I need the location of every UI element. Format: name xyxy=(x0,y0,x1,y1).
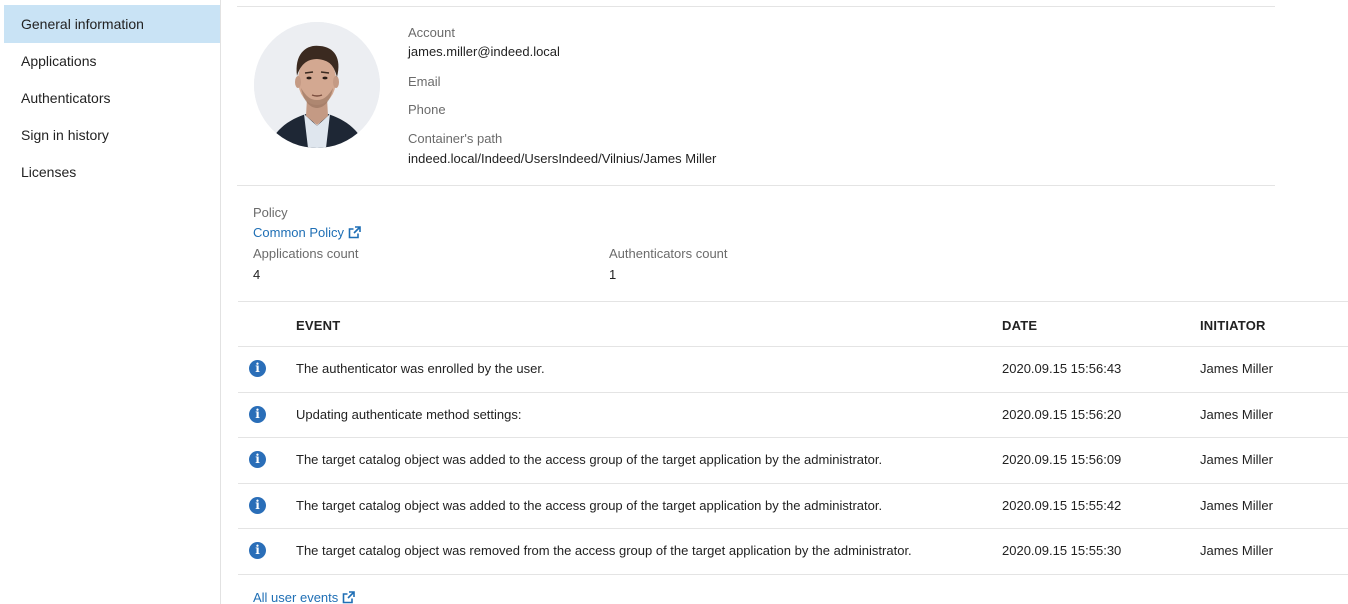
date-cell: 2020.09.15 15:55:42 xyxy=(1002,497,1122,513)
applications-count-label: Applications count xyxy=(253,246,359,261)
table-row[interactable]: i The target catalog object was added to… xyxy=(238,484,1348,529)
event-cell: Updating authenticate method settings: xyxy=(296,406,522,422)
event-cell: The target catalog object was added to t… xyxy=(296,497,883,513)
date-cell: 2020.09.15 15:56:20 xyxy=(1002,406,1122,422)
column-header-initiator[interactable]: INITIATOR xyxy=(1200,318,1266,333)
date-cell: 2020.09.15 15:56:43 xyxy=(1002,361,1122,376)
info-icon: i xyxy=(249,496,266,514)
initiator-cell: James Miller xyxy=(1200,543,1273,558)
table-row[interactable]: i Updating authenticate method settings:… xyxy=(238,393,1348,438)
initiator-cell: James Miller xyxy=(1200,497,1273,513)
main-content: Account james.miller@indeed.local Email … xyxy=(222,0,1348,604)
sidebar-item-sign-in-history[interactable]: Sign in history xyxy=(4,117,220,154)
all-events-link-wrap: All user events xyxy=(253,590,356,604)
external-link-icon[interactable] xyxy=(348,226,361,239)
sidebar: General information Applications Authent… xyxy=(0,0,221,604)
account-label: Account xyxy=(408,25,455,40)
info-icon: i xyxy=(249,405,266,423)
sidebar-item-licenses[interactable]: Licenses xyxy=(4,154,220,191)
column-header-event[interactable]: EVENT xyxy=(296,318,340,333)
policy-link-wrap: Common Policy xyxy=(253,225,361,240)
sidebar-item-general-information[interactable]: General information xyxy=(4,5,220,43)
initiator-cell: James Miller xyxy=(1200,361,1273,376)
policy-label: Policy xyxy=(253,205,288,220)
account-value: james.miller@indeed.local xyxy=(408,44,560,59)
events-table-header: EVENT DATE INITIATOR xyxy=(238,301,1348,347)
events-table: EVENT DATE INITIATOR i The authenticator… xyxy=(238,301,1348,575)
column-header-date[interactable]: DATE xyxy=(1002,318,1037,333)
authenticators-count-value: 1 xyxy=(609,267,617,282)
sidebar-item-applications[interactable]: Applications xyxy=(4,43,220,80)
initiator-cell: James Miller xyxy=(1200,452,1273,467)
info-icon: i xyxy=(249,542,266,559)
sidebar-item-authenticators[interactable]: Authenticators xyxy=(4,80,220,117)
email-label: Email xyxy=(408,74,441,89)
initiator-cell: James Miller xyxy=(1200,406,1273,422)
event-cell: The target catalog object was removed fr… xyxy=(296,543,912,558)
external-link-icon[interactable] xyxy=(342,591,356,604)
container-path-value: indeed.local/Indeed/UsersIndeed/Vilnius/… xyxy=(408,151,717,166)
avatar xyxy=(254,22,380,148)
user-photo-icon xyxy=(254,22,380,148)
table-row[interactable]: i The target catalog object was added to… xyxy=(238,438,1348,484)
sidebar-nav: General information Applications Authent… xyxy=(0,0,220,191)
applications-count-value: 4 xyxy=(253,267,261,282)
divider xyxy=(237,185,1275,186)
date-cell: 2020.09.15 15:55:30 xyxy=(1002,543,1122,558)
info-icon: i xyxy=(249,360,266,377)
date-cell: 2020.09.15 15:56:09 xyxy=(1002,452,1122,467)
table-row[interactable]: i The authenticator was enrolled by the … xyxy=(238,347,1348,393)
container-path-label: Container's path xyxy=(408,131,503,146)
all-user-events-link[interactable]: All user events xyxy=(253,590,338,604)
event-cell: The authenticator was enrolled by the us… xyxy=(296,361,545,376)
common-policy-link[interactable]: Common Policy xyxy=(253,225,344,240)
phone-label: Phone xyxy=(408,102,446,117)
event-cell: The target catalog object was added to t… xyxy=(296,452,883,467)
authenticators-count-label: Authenticators count xyxy=(609,246,728,261)
info-icon: i xyxy=(249,451,266,468)
table-row[interactable]: i The target catalog object was removed … xyxy=(238,529,1348,575)
divider xyxy=(237,6,1275,7)
